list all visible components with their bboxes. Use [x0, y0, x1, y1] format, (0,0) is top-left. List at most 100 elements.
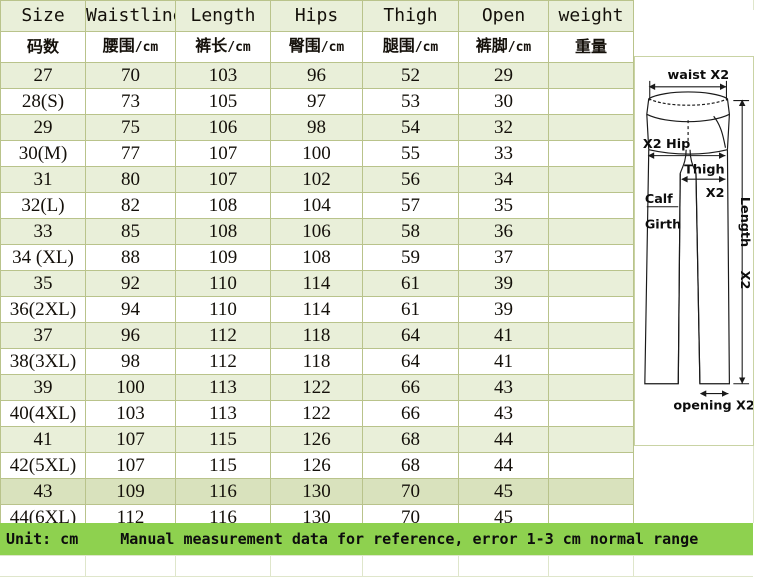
cell-waistline: 94	[85, 296, 176, 323]
cell-open: 43	[458, 400, 549, 427]
cell-length: 105	[175, 88, 271, 115]
cell-hips: 126	[270, 452, 363, 479]
cell-size: 32(L)	[0, 192, 86, 219]
cell-hips: 104	[270, 192, 363, 219]
cell-open: 45	[458, 478, 549, 505]
cell-size: 39	[0, 374, 86, 401]
ghost-gridline-v4	[362, 555, 363, 577]
header-cell-cn-thigh: 腿围/cm	[362, 31, 459, 63]
cell-hips: 122	[270, 374, 363, 401]
size-chart-table: Size Waistline Length Hips Thigh Open weight 码数…	[0, 0, 634, 531]
header-cell-cn-waistline: 腰围/cm	[85, 31, 176, 63]
cell-length: 115	[175, 452, 271, 479]
cell-weight	[548, 192, 634, 219]
cell-open: 39	[458, 296, 549, 323]
cell-weight	[548, 166, 634, 193]
cell-weight	[548, 88, 634, 115]
cell-length: 106	[175, 114, 271, 141]
size-chart-page: Size Waistline Length Hips Thigh Open weight 码数…	[0, 0, 763, 577]
cell-waistline: 100	[85, 374, 176, 401]
cell-thigh: 66	[362, 374, 459, 401]
ghost-gridline-v5	[458, 555, 459, 577]
cell-length: 108	[175, 192, 271, 219]
cell-length: 108	[175, 218, 271, 245]
pants-measurement-diagram: waist X2 X2 Hip Thigh X2 Calf Girth open…	[634, 56, 754, 446]
cell-size: 42(5XL)	[0, 452, 86, 479]
cell-size: 27	[0, 62, 86, 89]
cell-weight	[548, 244, 634, 271]
cell-length: 110	[175, 270, 271, 297]
table-row: 33 85 108 106 58 36	[0, 218, 634, 245]
cell-waistline: 70	[85, 62, 176, 89]
diagram-label-opening: opening X2	[673, 398, 753, 413]
cell-thigh: 70	[362, 478, 459, 505]
cell-open: 43	[458, 374, 549, 401]
cell-waistline: 109	[85, 478, 176, 505]
table-row: 27 70 103 96 52 29	[0, 62, 634, 89]
diagram-label-hip: X2 Hip	[643, 137, 690, 152]
cell-waistline: 107	[85, 452, 176, 479]
ghost-gridline-v1	[85, 555, 86, 577]
cell-thigh: 64	[362, 322, 459, 349]
cell-weight	[548, 62, 634, 89]
table-row: 30(M) 77 107 100 55 33	[0, 140, 634, 167]
cell-hips: 130	[270, 478, 363, 505]
cell-open: 41	[458, 348, 549, 375]
cell-weight	[548, 322, 634, 349]
cell-open: 35	[458, 192, 549, 219]
cell-open: 34	[458, 166, 549, 193]
cell-waistline: 82	[85, 192, 176, 219]
cell-hips: 118	[270, 322, 363, 349]
cell-open: 29	[458, 62, 549, 89]
cell-open: 36	[458, 218, 549, 245]
cell-open: 39	[458, 270, 549, 297]
cell-thigh: 64	[362, 348, 459, 375]
header-cell-cn-size: 码数	[0, 31, 86, 63]
cell-hips: 126	[270, 426, 363, 453]
cell-size: 38(3XL)	[0, 348, 86, 375]
ghost-gridline-v3	[270, 555, 271, 577]
cell-thigh: 61	[362, 296, 459, 323]
header-cell-en-size: Size	[0, 0, 86, 32]
ghost-gridline-v6	[548, 555, 549, 577]
cell-waistline: 73	[85, 88, 176, 115]
cell-weight	[548, 140, 634, 167]
cell-hips: 106	[270, 218, 363, 245]
cell-length: 112	[175, 322, 271, 349]
cell-weight	[548, 426, 634, 453]
cell-waistline: 96	[85, 322, 176, 349]
cell-thigh: 61	[362, 270, 459, 297]
header-row-en: Size Waistline Length Hips Thigh Open weight	[0, 0, 634, 32]
cell-size: 30(M)	[0, 140, 86, 167]
cell-hips: 97	[270, 88, 363, 115]
cell-length: 110	[175, 296, 271, 323]
cell-hips: 114	[270, 296, 363, 323]
table-row: 38(3XL) 98 112 118 64 41	[0, 348, 634, 375]
cell-weight	[548, 114, 634, 141]
cell-weight	[548, 374, 634, 401]
cell-size: 34 (XL)	[0, 244, 86, 271]
footer-note-bar: Unit: cm Manual measurement data for ref…	[0, 523, 753, 555]
cell-hips: 118	[270, 348, 363, 375]
cell-open: 37	[458, 244, 549, 271]
header-cell-en-open: Open	[458, 0, 549, 32]
cell-waistline: 77	[85, 140, 176, 167]
cell-thigh: 66	[362, 400, 459, 427]
cell-length: 112	[175, 348, 271, 375]
diagram-label-length: Length	[737, 197, 752, 247]
cell-thigh: 54	[362, 114, 459, 141]
cell-waistline: 103	[85, 400, 176, 427]
cell-size: 37	[0, 322, 86, 349]
cell-waistline: 98	[85, 348, 176, 375]
ghost-gridline-v2	[175, 555, 176, 577]
table-row: 36(2XL) 94 110 114 61 39	[0, 296, 634, 323]
cell-waistline: 107	[85, 426, 176, 453]
header-cell-en-length: Length	[175, 0, 271, 32]
cell-size: 28(S)	[0, 88, 86, 115]
table-row: 35 92 110 114 61 39	[0, 270, 634, 297]
table-row: 31 80 107 102 56 34	[0, 166, 634, 193]
diagram-label-thigh-x2: X2	[706, 186, 725, 201]
table-row: 43 109 116 130 70 45	[0, 478, 634, 505]
cell-size: 35	[0, 270, 86, 297]
table-row: 40(4XL) 103 113 122 66 43	[0, 400, 634, 427]
